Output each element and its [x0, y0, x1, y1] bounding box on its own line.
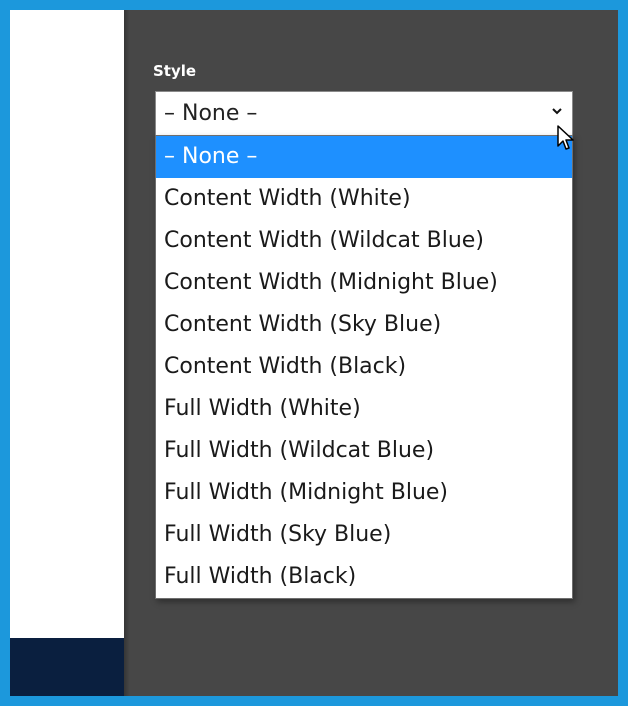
style-dropdown-list: – None – Content Width (White) Content W…: [155, 135, 573, 599]
style-select-value: – None –: [164, 101, 258, 126]
style-option-full-white[interactable]: Full Width (White): [156, 388, 572, 430]
style-option-content-black[interactable]: Content Width (Black): [156, 346, 572, 388]
navy-content-block: [10, 638, 124, 696]
panel-shadow: [124, 10, 130, 696]
mouse-pointer-icon: [557, 125, 574, 150]
style-select[interactable]: – None –: [155, 91, 573, 135]
page-canvas: [10, 10, 124, 638]
style-option-content-white[interactable]: Content Width (White): [156, 178, 572, 220]
style-option-full-midnight-blue[interactable]: Full Width (Midnight Blue): [156, 472, 572, 514]
style-option-none[interactable]: – None –: [156, 136, 572, 178]
style-option-content-midnight-blue[interactable]: Content Width (Midnight Blue): [156, 262, 572, 304]
style-option-full-sky-blue[interactable]: Full Width (Sky Blue): [156, 514, 572, 556]
style-option-content-sky-blue[interactable]: Content Width (Sky Blue): [156, 304, 572, 346]
chevron-down-icon: [552, 108, 562, 115]
style-option-content-wildcat-blue[interactable]: Content Width (Wildcat Blue): [156, 220, 572, 262]
style-option-full-wildcat-blue[interactable]: Full Width (Wildcat Blue): [156, 430, 572, 472]
style-option-full-black[interactable]: Full Width (Black): [156, 556, 572, 598]
style-field-label: Style: [153, 62, 197, 80]
